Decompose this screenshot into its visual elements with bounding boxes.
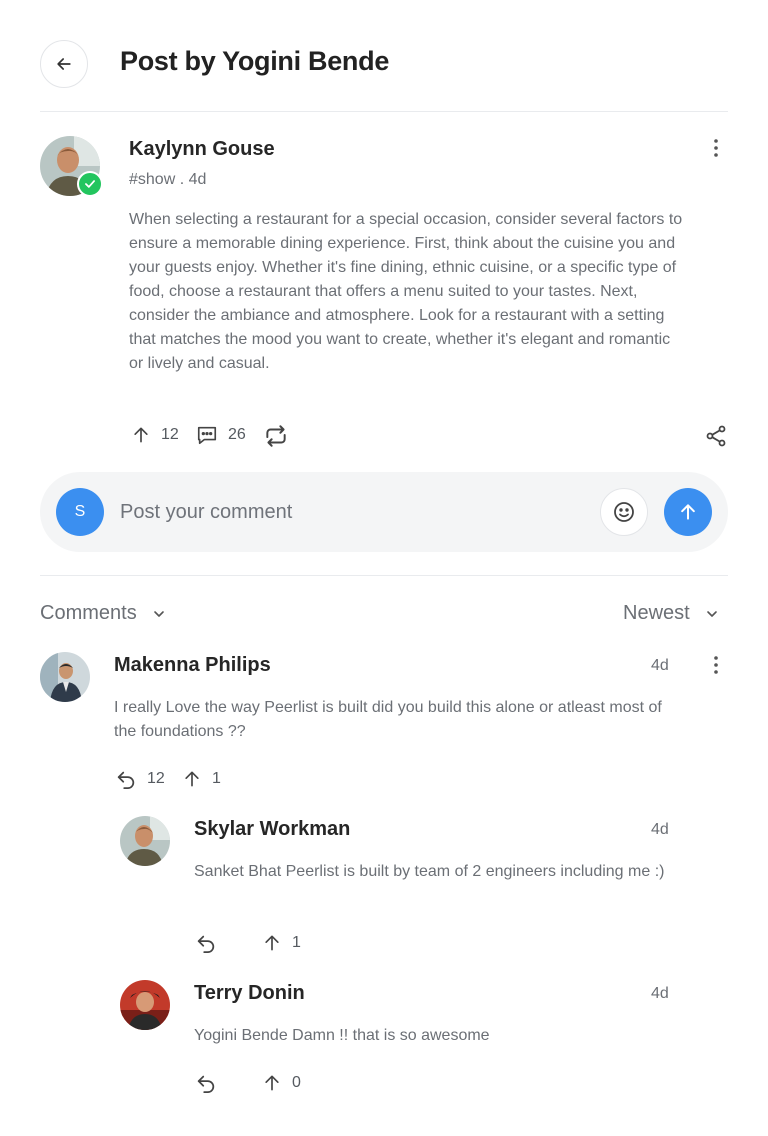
post-upvote-button[interactable]: 12 bbox=[131, 424, 179, 446]
sort-dropdown[interactable]: Newest bbox=[623, 602, 720, 625]
back-button[interactable] bbox=[40, 40, 88, 88]
avatar[interactable] bbox=[120, 816, 170, 866]
arrow-up-icon bbox=[262, 1072, 282, 1094]
arrow-left-icon bbox=[54, 54, 74, 74]
comment-upvote-count: 1 bbox=[292, 934, 301, 951]
arrow-up-icon bbox=[262, 932, 282, 954]
emoji-button[interactable] bbox=[600, 488, 648, 536]
reply-icon bbox=[195, 1072, 217, 1094]
reply-button[interactable] bbox=[195, 1072, 217, 1094]
post-comment-button[interactable]: 26 bbox=[196, 424, 246, 446]
repost-icon[interactable] bbox=[263, 423, 289, 449]
chevron-down-icon bbox=[704, 606, 720, 622]
arrow-up-icon bbox=[131, 424, 151, 446]
avatar[interactable] bbox=[40, 652, 90, 702]
reply-icon bbox=[195, 932, 217, 954]
comment-more-icon[interactable] bbox=[704, 653, 728, 677]
post-comment-count: 26 bbox=[228, 426, 246, 443]
comment-time: 4d bbox=[651, 657, 669, 674]
post-meta: #show . 4d bbox=[129, 171, 207, 188]
sort-label: Newest bbox=[623, 602, 690, 624]
reply-count: 12 bbox=[147, 770, 165, 787]
post-author-avatar-wrap[interactable] bbox=[40, 136, 103, 198]
reply-button[interactable] bbox=[195, 932, 217, 954]
post-author-name[interactable]: Kaylynn Gouse bbox=[129, 138, 275, 161]
composer-user-avatar: S bbox=[56, 488, 104, 536]
comment-text: Yogini Bende Damn !! that is so awesome bbox=[194, 1027, 490, 1044]
page-title: Post by Yogini Bende bbox=[120, 46, 390, 76]
comments-filter-dropdown[interactable]: Comments bbox=[40, 602, 167, 625]
verified-badge-icon bbox=[77, 171, 103, 197]
composer-divider bbox=[40, 575, 728, 576]
comment-upvote-count: 0 bbox=[292, 1074, 301, 1091]
avatar[interactable] bbox=[120, 980, 170, 1030]
comment-author-name[interactable]: Terry Donin bbox=[194, 982, 305, 1005]
comment-input[interactable] bbox=[120, 490, 580, 534]
comment-upvote-count: 1 bbox=[212, 770, 221, 787]
arrow-up-icon bbox=[678, 502, 698, 522]
comment-author-name[interactable]: Makenna Philips bbox=[114, 654, 271, 677]
comment-text: I really Love the way Peerlist is built … bbox=[114, 699, 662, 740]
comment-text: Sanket Bhat Peerlist is built by team of… bbox=[194, 863, 665, 880]
comment-upvote-button[interactable]: 1 bbox=[262, 932, 301, 954]
arrow-up-icon bbox=[182, 768, 202, 790]
reply-icon bbox=[115, 768, 137, 790]
comment-upvote-button[interactable]: 0 bbox=[262, 1072, 301, 1094]
comment-time: 4d bbox=[651, 821, 669, 838]
post-body: When selecting a restaurant for a specia… bbox=[129, 211, 683, 372]
post-more-icon[interactable] bbox=[704, 136, 728, 160]
comment-icon bbox=[196, 424, 218, 446]
comment-author-name[interactable]: Skylar Workman bbox=[194, 818, 350, 841]
comments-label: Comments bbox=[40, 602, 137, 624]
comment-time: 4d bbox=[651, 985, 669, 1002]
reply-button[interactable]: 12 bbox=[115, 768, 165, 790]
share-icon[interactable] bbox=[704, 424, 728, 448]
comment-upvote-button[interactable]: 1 bbox=[182, 768, 221, 790]
smiley-icon bbox=[612, 500, 636, 524]
chevron-down-icon bbox=[151, 606, 167, 622]
send-comment-button[interactable] bbox=[664, 488, 712, 536]
header-divider bbox=[40, 111, 728, 112]
post-upvote-count: 12 bbox=[161, 426, 179, 443]
